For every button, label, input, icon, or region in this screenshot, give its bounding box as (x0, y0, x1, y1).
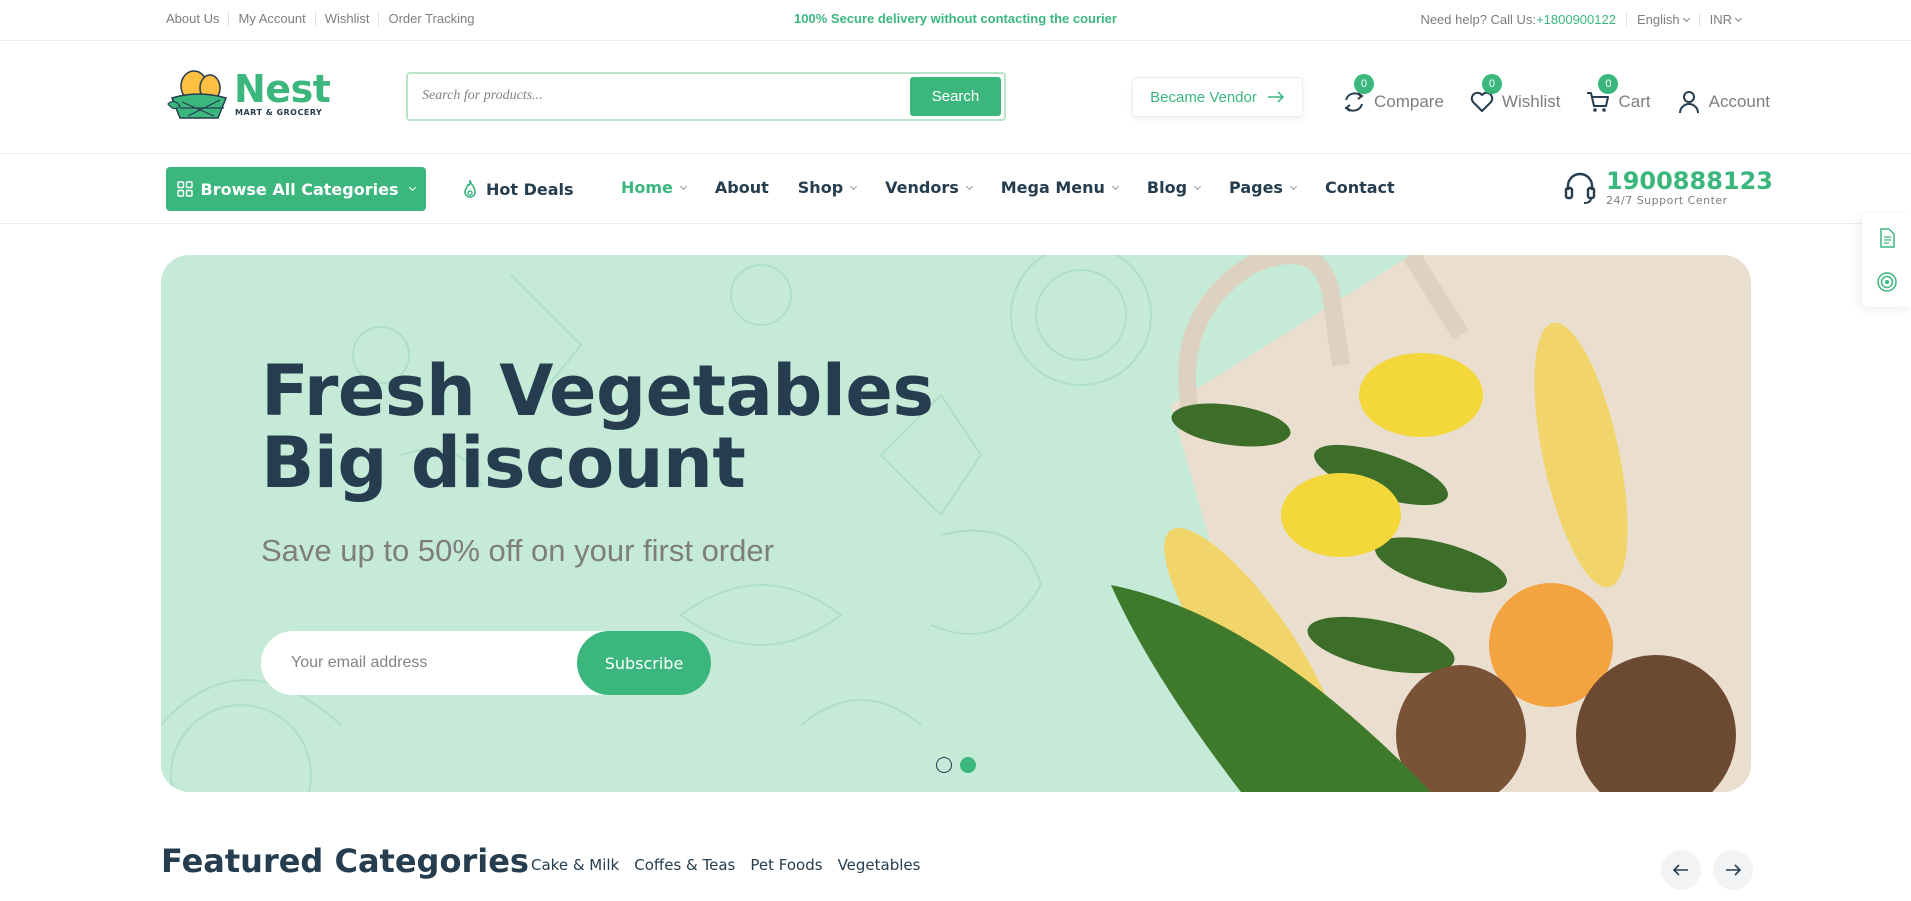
arrow-right-icon (1267, 91, 1284, 103)
chevron-down-icon (1734, 14, 1743, 22)
document-icon[interactable] (1876, 227, 1898, 249)
tab-vegetables[interactable]: Vegetables (838, 856, 921, 874)
nav-item-home[interactable]: Home (621, 178, 687, 197)
language-selector[interactable]: English (1637, 12, 1690, 27)
tab-coffes-teas[interactable]: Coffes & Teas (634, 856, 735, 874)
main-nav: Browse All Categories Hot Deals Home Abo… (0, 154, 1911, 224)
become-vendor-button[interactable]: Became Vendor (1132, 77, 1303, 117)
nav-item-blog[interactable]: Blog (1147, 178, 1202, 197)
support-label: 24/7 Support Center (1606, 194, 1728, 207)
tab-pet-foods[interactable]: Pet Foods (750, 856, 822, 874)
chevron-down-icon (1682, 14, 1690, 22)
compare-count-badge: 0 (1354, 74, 1374, 94)
grid-icon (176, 181, 193, 197)
account-button[interactable]: Account (1675, 88, 1770, 116)
chevron-down-icon (965, 182, 973, 190)
chevron-down-icon (1289, 182, 1297, 190)
featured-categories-title: Featured Categories (161, 842, 529, 880)
help-text: Need help? Call Us:+1800900122 (1420, 12, 1616, 27)
arrow-right-icon (1726, 864, 1741, 876)
user-icon (1678, 91, 1699, 114)
logo-tagline: MART & GROCERY (235, 108, 323, 117)
nav-item-vendors[interactable]: Vendors (885, 178, 973, 197)
cart-button[interactable]: 0 Cart (1584, 74, 1651, 116)
chevron-down-icon (679, 182, 687, 190)
help-phone[interactable]: +1800900122 (1536, 12, 1616, 27)
compare-button[interactable]: 0 Compare (1340, 74, 1444, 116)
hero-title: Fresh Vegetables Big discount (261, 350, 934, 504)
search-button[interactable]: Search (910, 77, 1001, 116)
carousel-arrows (1661, 850, 1753, 890)
search-input[interactable] (422, 85, 882, 107)
currency-selector[interactable]: INR (1710, 12, 1743, 27)
nav-item-shop[interactable]: Shop (798, 178, 858, 197)
arrow-left-icon (1673, 864, 1688, 876)
header-actions: 0 Compare 0 Wishlist 0 Cart Account (1340, 74, 1770, 116)
slide-dot-1[interactable] (936, 757, 952, 773)
browse-categories-button[interactable]: Browse All Categories (166, 167, 426, 211)
vegetables-bag-image (1111, 255, 1751, 792)
top-bar: About Us My Account Wishlist Order Track… (0, 0, 1911, 41)
subscribe-button[interactable]: Subscribe (577, 631, 711, 695)
email-input[interactable] (291, 652, 561, 674)
hero-slider: Fresh Vegetables Big discount Save up to … (161, 255, 1751, 792)
chevron-down-icon (1111, 182, 1119, 190)
headset-icon (1564, 172, 1596, 204)
hot-deals-link[interactable]: Hot Deals (460, 178, 574, 200)
chevron-down-icon (1193, 182, 1202, 190)
logo-name: Nest (234, 67, 331, 111)
chevron-down-icon (850, 182, 858, 190)
main-header: Nest MART & GROCERY Search Became Vendor… (0, 41, 1911, 154)
hero-subtitle: Save up to 50% off on your first order (261, 533, 774, 568)
floating-side-tools (1862, 214, 1911, 307)
nav-item-about[interactable]: About (715, 178, 769, 197)
logo-basket-icon (167, 70, 228, 119)
logo[interactable]: Nest MART & GROCERY (166, 68, 336, 120)
top-right-info: Need help? Call Us:+1800900122 English I… (1420, 12, 1743, 27)
nav-item-pages[interactable]: Pages (1229, 178, 1297, 197)
target-icon[interactable] (1876, 271, 1898, 293)
newsletter-form: Subscribe (261, 631, 711, 695)
prev-button[interactable] (1661, 850, 1701, 890)
slide-dot-2[interactable] (960, 757, 976, 773)
wishlist-count-badge: 0 (1481, 74, 1502, 94)
divider (1625, 13, 1627, 26)
primary-menu: Home About Shop Vendors Mega Menu Blog P… (621, 178, 1395, 197)
support-center[interactable]: 1900888123 24/7 Support Center (1562, 168, 1773, 207)
slider-pagination (936, 757, 976, 773)
support-phone: 1900888123 (1606, 167, 1773, 195)
featured-category-tabs: Cake & Milk Coffes & Teas Pet Foods Vege… (531, 856, 920, 874)
tab-cake-milk[interactable]: Cake & Milk (531, 856, 619, 874)
cart-count-badge: 0 (1598, 74, 1619, 94)
nav-item-contact[interactable]: Contact (1325, 178, 1395, 197)
wishlist-button[interactable]: 0 Wishlist (1468, 74, 1560, 116)
chevron-down-icon (409, 183, 417, 192)
nav-item-mega-menu[interactable]: Mega Menu (1001, 178, 1119, 197)
next-button[interactable] (1713, 850, 1753, 890)
search-bar: Search (406, 72, 1006, 121)
divider (1698, 13, 1700, 26)
fire-icon (464, 179, 476, 198)
